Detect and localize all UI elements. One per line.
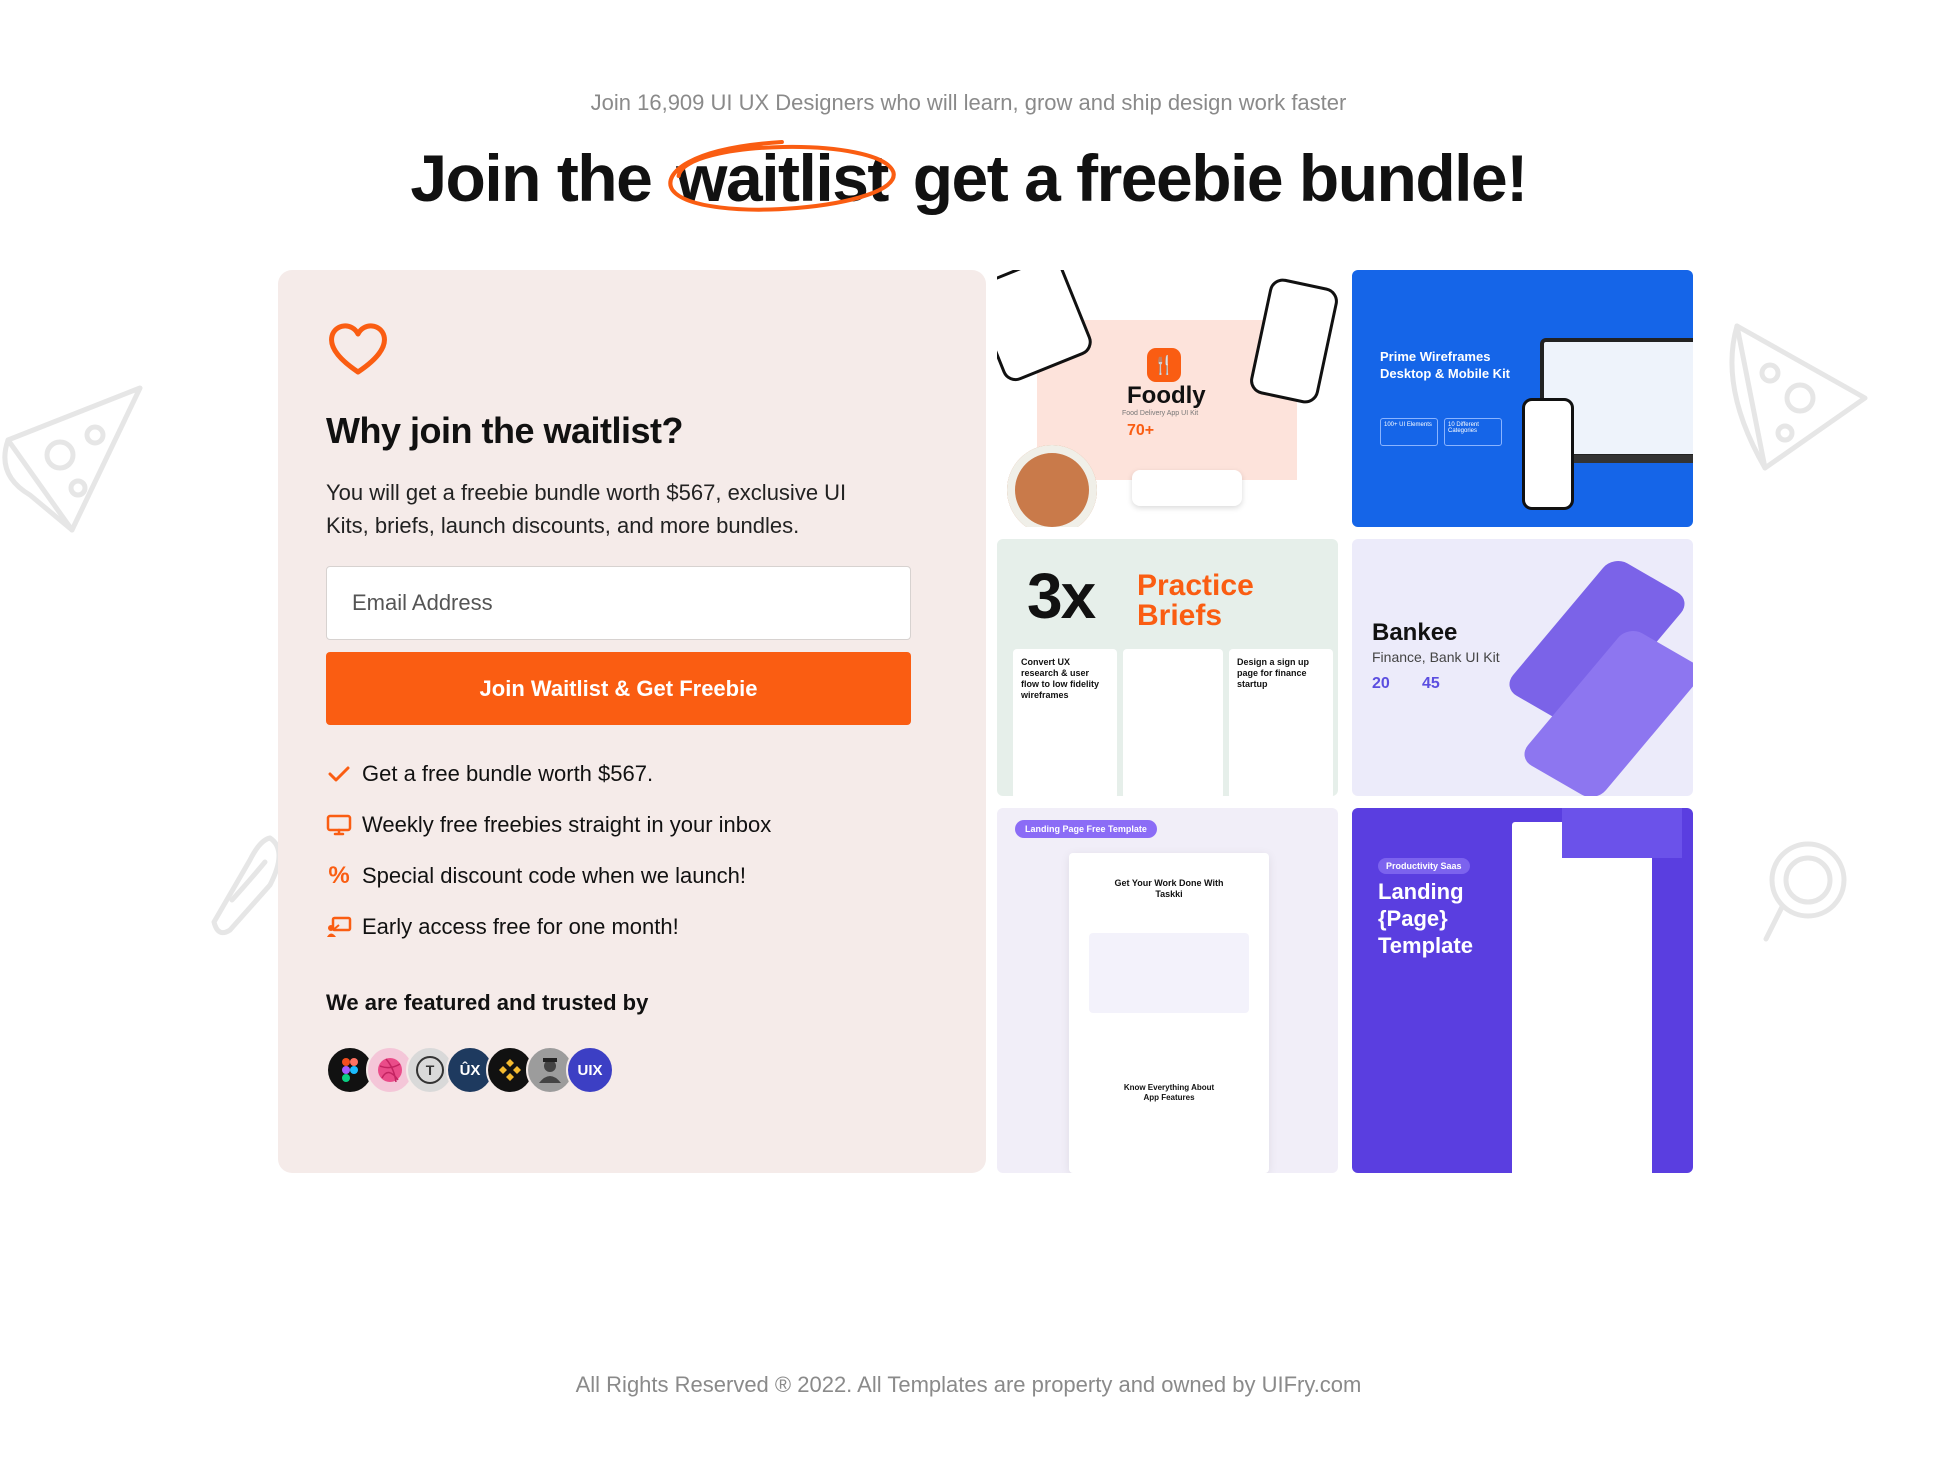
mockup-header xyxy=(1562,808,1682,858)
featured-heading: We are featured and trusted by xyxy=(326,990,649,1015)
waitlist-card: Why join the waitlist? You will get a fr… xyxy=(278,270,986,1173)
benefit-item: % Special discount code when we launch! xyxy=(326,850,771,901)
bankee-stat-2: 45 xyxy=(1422,675,1440,692)
card-description: You will get a freebie bundle worth $567… xyxy=(326,480,847,538)
dashboard-preview xyxy=(1089,933,1249,1013)
presentation-icon xyxy=(326,915,352,939)
foodly-title: Foodly xyxy=(1127,382,1206,409)
brief-card xyxy=(1123,649,1223,796)
footer-text: All Rights Reserved ® 2022. All Template… xyxy=(575,1372,1362,1397)
benefits-list: Get a free bundle worth $567. Weekly fre… xyxy=(326,748,771,952)
wireframes-stat-1: 100+ UI Elements xyxy=(1380,418,1438,446)
heart-icon xyxy=(329,323,387,375)
productivity-landing-tile[interactable]: Productivity Saas Landing {Page} Templat… xyxy=(1352,808,1693,1173)
brief-card-text: Convert UX research & user flow to low f… xyxy=(1021,657,1099,700)
benefit-item: Get a free bundle worth $567. xyxy=(326,748,771,799)
landing-template-title: Landing {Page} Template xyxy=(1378,879,1473,958)
productivity-badge: Productivity Saas xyxy=(1378,858,1470,874)
foodly-badge: 70+ xyxy=(1127,422,1155,439)
brief-card-text: Design a sign up page for finance startu… xyxy=(1237,657,1310,689)
pizza-slice-decoration-right xyxy=(1729,323,1868,471)
bankee-subtitle: Finance, Bank UI Kit xyxy=(1372,649,1500,665)
benefit-label: Get a free bundle worth $567. xyxy=(362,760,654,786)
landing-page-mockup xyxy=(1512,822,1652,1173)
food-plate-image xyxy=(1007,445,1097,527)
bankee-kit-tile[interactable]: Bankee Finance, Bank UI Kit 20 45 xyxy=(1352,539,1693,796)
join-waitlist-button[interactable]: Join Waitlist & Get Freebie xyxy=(326,652,911,725)
taskki-headline: Get Your Work Done With Taskki xyxy=(1114,878,1224,899)
benefit-label: Early access free for one month! xyxy=(362,913,679,939)
bankee-stat-1: 20 xyxy=(1372,675,1390,692)
taskki-landing-tile[interactable]: Landing Page Free Template Get Your Work… xyxy=(997,808,1338,1173)
taskki-subheadline: Know Everything About App Features xyxy=(1123,1083,1215,1102)
header-subtitle: Join 16,909 UI UX Designers who will lea… xyxy=(590,90,1347,115)
landing-page-mockup: Get Your Work Done With Taskki Know Ever… xyxy=(1069,853,1269,1173)
title-circled-word: waitlist xyxy=(668,140,896,216)
brief-card: Design a sign up page for finance startu… xyxy=(1229,649,1333,796)
briefs-big-text: 3x xyxy=(1027,560,1096,632)
prime-wireframes-tile[interactable]: Prime Wireframes Desktop & Mobile Kit 10… xyxy=(1352,270,1693,527)
page-title: Join the waitlist get a freebie bundle! xyxy=(0,140,1937,216)
pizza-slice-decoration-left xyxy=(2,385,143,533)
uix-logo: UIX xyxy=(566,1046,614,1094)
benefit-label: Weekly free freebies straight in your in… xyxy=(362,811,772,837)
title-part-before: Join the xyxy=(410,141,653,215)
phone-mockup xyxy=(1247,276,1338,406)
check-icon xyxy=(326,762,352,786)
briefs-title-line2: Briefs xyxy=(1137,599,1223,632)
bankee-title: Bankee xyxy=(1372,619,1458,646)
benefit-label: Special discount code when we launch! xyxy=(362,862,747,888)
hand-drawn-circle-icon xyxy=(668,140,896,212)
benefit-item: Early access free for one month! xyxy=(326,901,771,952)
foodly-subtitle: Food Delivery App UI Kit xyxy=(1122,410,1199,417)
card-title: Why join the waitlist? xyxy=(326,410,684,451)
monitor-icon xyxy=(326,813,352,837)
wireframes-stat-2: 10 Different Categories xyxy=(1444,418,1502,446)
fork-knife-icon: 🍴 xyxy=(1147,348,1181,382)
foodly-kit-tile[interactable]: 🍴 Foodly Food Delivery App UI Kit 70+ xyxy=(997,270,1338,527)
benefit-item: Weekly free freebies straight in your in… xyxy=(326,799,771,850)
briefs-title-line1: Practice xyxy=(1137,569,1254,602)
percent-icon: % xyxy=(328,861,350,889)
taskki-badge: Landing Page Free Template xyxy=(1015,820,1157,838)
uix-logo-text: UIX xyxy=(577,1061,603,1079)
featured-logos: T ÛX UIX xyxy=(326,1046,614,1094)
t-logo-text: T xyxy=(416,1056,444,1084)
brief-card: Convert UX research & user flow to low f… xyxy=(1013,649,1117,796)
phone-mockup xyxy=(1522,398,1574,510)
order-card xyxy=(1132,470,1242,506)
wireframes-title: Prime Wireframes Desktop & Mobile Kit xyxy=(1380,349,1511,381)
email-field[interactable] xyxy=(326,566,911,640)
title-part-after: get a freebie bundle! xyxy=(912,141,1528,215)
ux-logo-text: ÛX xyxy=(459,1061,481,1079)
cookie-decoration-right xyxy=(1763,841,1847,942)
practice-briefs-tile[interactable]: 3x Practice Briefs Convert UX research &… xyxy=(997,539,1338,796)
